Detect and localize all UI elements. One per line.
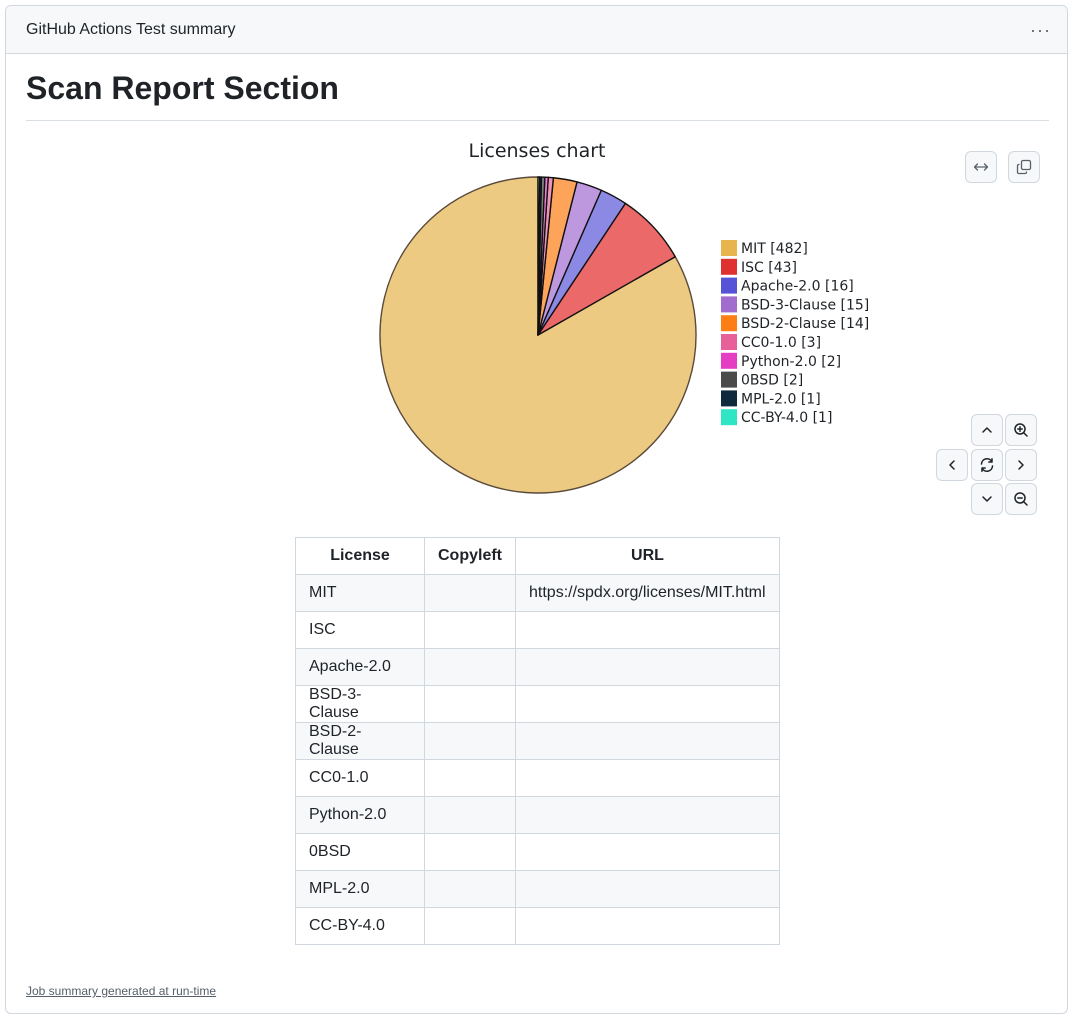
chevron-down-icon xyxy=(982,496,992,502)
copyleft-cell xyxy=(424,611,516,649)
url-cell xyxy=(515,611,780,649)
licenses-chart: Licenses chart MIT [482] ISC [43] Apache-2… xyxy=(6,131,1067,521)
chevron-left-icon xyxy=(949,460,955,470)
copyleft-cell xyxy=(424,833,516,871)
url-cell xyxy=(515,722,780,760)
table-row: CC0-1.0 xyxy=(295,759,780,797)
pie-chart-svg: Licenses chart MIT [482] ISC [43] Apache-2… xyxy=(379,140,869,494)
copyleft-cell xyxy=(424,722,516,760)
license-cell: CC-BY-4.0 xyxy=(295,907,425,945)
job-summary-footer-link[interactable]: Job summary generated at run-time xyxy=(26,984,216,998)
legend-label: CC0-1.0 [3] xyxy=(741,335,821,351)
legend-label: MIT [482] xyxy=(741,241,808,257)
job-summary-card: GitHub Actions Test summary ··· Scan Rep… xyxy=(5,5,1068,1014)
legend-swatch xyxy=(721,334,737,350)
copyleft-cell xyxy=(424,648,516,686)
license-cell: MPL-2.0 xyxy=(295,870,425,908)
url-cell xyxy=(515,907,780,945)
url-cell xyxy=(515,833,780,871)
legend-swatch xyxy=(721,277,737,294)
table-row: 0BSD xyxy=(295,833,780,871)
legend-swatch xyxy=(721,240,737,256)
legend-swatch xyxy=(721,371,737,388)
copyleft-cell xyxy=(424,796,516,834)
chevron-up-icon xyxy=(982,427,992,433)
table-row: Apache-2.0 xyxy=(295,648,780,686)
license-cell: BSD-3-Clause xyxy=(295,685,425,723)
legend-label: Apache-2.0 [16] xyxy=(741,279,854,295)
url-cell xyxy=(515,648,780,686)
chart-legend: MIT [482] ISC [43] Apache-2.0 [16] BSD-3-Cl… xyxy=(721,240,869,426)
table-row: MIT https://spdx.org/licenses/MIT.html xyxy=(295,574,780,612)
page-title: Scan Report Section xyxy=(26,70,339,106)
card-header: GitHub Actions Test summary ··· xyxy=(6,6,1067,54)
license-cell: 0BSD xyxy=(295,833,425,871)
legend-label: BSD-3-Clause [15] xyxy=(741,297,869,313)
copyleft-cell xyxy=(424,574,516,612)
column-header-url: URL xyxy=(515,537,780,575)
url-cell xyxy=(515,870,780,908)
pan-down-button[interactable] xyxy=(971,483,1003,515)
pan-left-button[interactable] xyxy=(936,449,968,481)
legend-swatch xyxy=(721,352,737,369)
license-cell: Apache-2.0 xyxy=(295,648,425,686)
license-cell: ISC xyxy=(295,611,425,649)
copyleft-cell xyxy=(424,685,516,723)
table-row: CC-BY-4.0 xyxy=(295,907,780,945)
table-row: Python-2.0 xyxy=(295,796,780,834)
legend-label: 0BSD [2] xyxy=(741,373,803,389)
card-title: GitHub Actions Test summary xyxy=(26,20,236,38)
pie-slices xyxy=(379,176,697,494)
legend-label: Python-2.0 [2] xyxy=(741,354,841,370)
table-row: BSD-3-Clause xyxy=(295,685,780,723)
license-cell: Python-2.0 xyxy=(295,796,425,834)
legend-swatch xyxy=(721,315,737,332)
copyleft-cell xyxy=(424,870,516,908)
url-cell xyxy=(515,759,780,797)
license-cell: MIT xyxy=(295,574,425,612)
legend-label: CC-BY-4.0 [1] xyxy=(741,410,832,426)
copyleft-cell xyxy=(424,759,516,797)
table-row: MPL-2.0 xyxy=(295,870,780,908)
expand-button[interactable] xyxy=(965,151,997,183)
legend-label: BSD-2-Clause [14] xyxy=(741,316,869,332)
legend-label: MPL-2.0 [1] xyxy=(741,391,821,407)
licenses-table: License Copyleft URL MIT https://spdx.org… xyxy=(295,537,780,945)
license-cell: CC0-1.0 xyxy=(295,759,425,797)
pan-up-button[interactable] xyxy=(971,414,1003,446)
table-row: ISC xyxy=(295,611,780,649)
chart-title: Licenses chart xyxy=(469,140,606,162)
kebab-menu-icon[interactable]: ··· xyxy=(1030,21,1051,39)
zoom-in-button[interactable] xyxy=(1005,414,1037,446)
zoom-in-icon xyxy=(1014,423,1028,437)
copyleft-cell xyxy=(424,907,516,945)
legend-swatch xyxy=(721,258,737,275)
legend-swatch xyxy=(721,296,737,313)
pan-right-button[interactable] xyxy=(1005,449,1037,481)
url-cell xyxy=(515,796,780,834)
legend-swatch xyxy=(721,409,737,426)
url-cell: https://spdx.org/licenses/MIT.html xyxy=(515,574,780,612)
reset-view-button[interactable] xyxy=(971,449,1003,481)
title-divider xyxy=(26,120,1049,121)
table-row: BSD-2-Clause xyxy=(295,722,780,760)
license-cell: BSD-2-Clause xyxy=(295,722,425,760)
column-header-license: License xyxy=(295,537,425,575)
chevron-right-icon xyxy=(1018,460,1024,470)
copy-icon xyxy=(1016,159,1032,175)
column-header-copyleft: Copyleft xyxy=(424,537,516,575)
table-body: MIT https://spdx.org/licenses/MIT.html ISC… xyxy=(295,574,780,945)
url-cell xyxy=(515,685,780,723)
zoom-out-icon xyxy=(1014,492,1028,506)
copy-button[interactable] xyxy=(1008,151,1040,183)
legend-swatch xyxy=(721,390,737,407)
zoom-out-button[interactable] xyxy=(1005,483,1037,515)
sync-icon xyxy=(980,458,994,472)
legend-label: ISC [43] xyxy=(741,260,797,276)
arrows-horizontal-icon xyxy=(973,163,989,171)
table-header-row: License Copyleft URL xyxy=(295,537,780,575)
